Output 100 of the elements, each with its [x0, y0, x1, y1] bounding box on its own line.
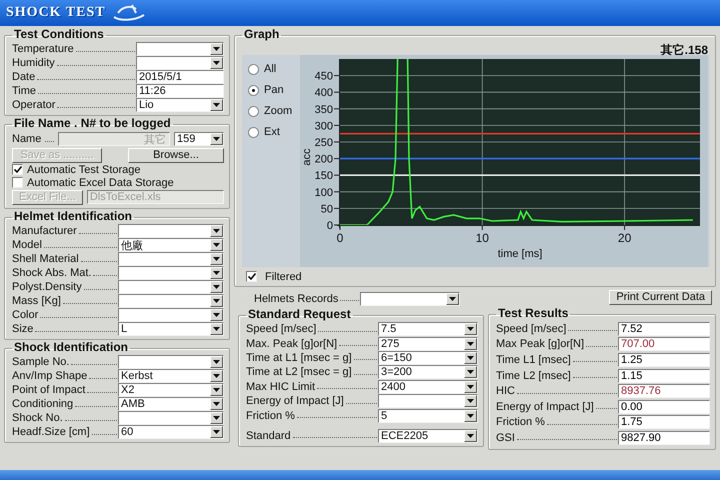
dropdown-button[interactable]: [210, 133, 223, 145]
leader-line: [572, 377, 617, 378]
dropdown[interactable]: Kerbst: [118, 369, 224, 383]
text-field[interactable]: 707.00: [618, 337, 710, 352]
text-field[interactable]: 1.15: [618, 368, 710, 383]
text-field[interactable]: 1.75: [618, 415, 710, 430]
dropdown-button[interactable]: [464, 395, 477, 408]
dropdown[interactable]: 6=150: [378, 350, 478, 365]
dropdown-button[interactable]: [464, 338, 477, 350]
field-label: Helmets Records: [254, 292, 338, 304]
dropdown[interactable]: [360, 292, 460, 306]
dropdown[interactable]: [136, 42, 224, 56]
dropdown-button[interactable]: [210, 99, 223, 111]
dropdown-button[interactable]: [210, 412, 223, 424]
dropdown[interactable]: 159: [174, 132, 224, 146]
field-label: Temperature: [12, 43, 74, 55]
dropdown-button[interactable]: [210, 356, 223, 368]
dropdown-button[interactable]: [210, 295, 223, 307]
axis-tick-label: 200: [314, 154, 333, 166]
dropdown-button[interactable]: [464, 380, 477, 393]
dropdown[interactable]: Lio: [136, 98, 224, 112]
field-label: Shock No.: [12, 412, 63, 424]
leader-line: [546, 424, 617, 425]
dropdown[interactable]: L: [118, 322, 224, 336]
dropdown-button[interactable]: [464, 366, 477, 378]
leader-line: [568, 330, 617, 332]
caret-icon: [213, 299, 220, 303]
checkbox[interactable]: [12, 164, 23, 175]
radio-button[interactable]: [248, 106, 259, 116]
field-label: Manufacturer: [12, 225, 77, 237]
text-field[interactable]: 2015/5/1: [136, 70, 224, 84]
radio-button[interactable]: [248, 64, 259, 74]
dropdown-button[interactable]: [210, 384, 223, 396]
dropdown[interactable]: [378, 394, 478, 408]
dropdown-button[interactable]: [210, 57, 223, 69]
caret-icon: [213, 402, 220, 406]
caret-icon: [213, 327, 220, 331]
dropdown[interactable]: X2: [118, 383, 224, 397]
dropdown-button[interactable]: [210, 323, 223, 335]
dropdown[interactable]: [118, 308, 224, 322]
dropdown[interactable]: ECE2205: [378, 428, 478, 443]
field-label: Standard: [246, 430, 291, 442]
text-field[interactable]: 7.52: [618, 322, 710, 336]
dropdown-button[interactable]: [210, 43, 223, 55]
dropdown-button[interactable]: [210, 398, 223, 410]
dropdown-button[interactable]: [210, 309, 223, 321]
dropdown-button[interactable]: [446, 292, 459, 304]
dropdown-button[interactable]: [464, 323, 477, 336]
dropdown-button[interactable]: [210, 239, 223, 251]
dropdown[interactable]: 275: [378, 336, 478, 351]
field-label: Anv/Imp Shape: [12, 370, 88, 382]
dropdown[interactable]: 2400: [378, 380, 478, 394]
dropdown-button[interactable]: [464, 430, 477, 442]
dropdown[interactable]: [118, 294, 224, 308]
dropdown[interactable]: [118, 355, 224, 369]
dropdown-button[interactable]: [210, 281, 223, 293]
radio-button[interactable]: [248, 84, 259, 96]
checkbox[interactable]: [12, 177, 23, 188]
dropdown-button[interactable]: [210, 253, 223, 265]
axis-tick-label: 100: [314, 186, 333, 199]
dropdown[interactable]: 5: [378, 408, 478, 423]
dropdown-button[interactable]: [464, 352, 477, 364]
dropdown[interactable]: [118, 224, 224, 238]
dropdown[interactable]: 3=200: [378, 365, 478, 380]
dropdown[interactable]: [118, 280, 224, 294]
dropdown[interactable]: [118, 252, 224, 266]
dropdown[interactable]: 7.5: [378, 322, 478, 336]
checkbox-label: Automatic Excel Data Storage: [27, 176, 174, 188]
text-field[interactable]: 9827.90: [618, 430, 710, 445]
text-field[interactable]: 11:26: [136, 84, 224, 98]
radio-button[interactable]: [248, 126, 259, 138]
print-button[interactable]: Print Current Data: [609, 290, 712, 304]
radio-label: Zoom: [264, 105, 292, 117]
record-label: 其它.158: [660, 42, 708, 55]
field-label: Energy of Impact [J]: [246, 395, 344, 408]
button[interactable]: Browse...: [128, 148, 224, 162]
dropdown[interactable]: [136, 56, 224, 70]
caret-icon: [213, 271, 220, 275]
caret-icon: [449, 296, 456, 300]
field-label: GSI: [496, 432, 515, 444]
dropdown-button[interactable]: [210, 267, 223, 279]
leader-line: [93, 274, 117, 276]
leader-line: [586, 346, 617, 347]
dropdown-button[interactable]: [210, 370, 223, 382]
leader-line: [84, 288, 117, 290]
dropdown[interactable]: 他廠: [118, 238, 224, 252]
dropdown-button[interactable]: [210, 426, 223, 438]
text-field[interactable]: 0.00: [618, 400, 710, 414]
checkbox[interactable]: [246, 271, 257, 282]
dropdown[interactable]: 60: [118, 425, 224, 439]
dropdown[interactable]: [118, 411, 224, 425]
dropdown[interactable]: [118, 266, 224, 280]
text-field[interactable]: 8937.76: [618, 384, 710, 398]
dropdown-button[interactable]: [464, 410, 477, 422]
dropdown-button[interactable]: [210, 225, 223, 237]
field-label: Operator: [12, 99, 56, 111]
dropdown[interactable]: AMB: [118, 397, 224, 411]
text-field[interactable]: 1.25: [618, 352, 710, 367]
field-label: Time: [12, 85, 36, 97]
group-title: Shock Identification: [14, 340, 128, 354]
